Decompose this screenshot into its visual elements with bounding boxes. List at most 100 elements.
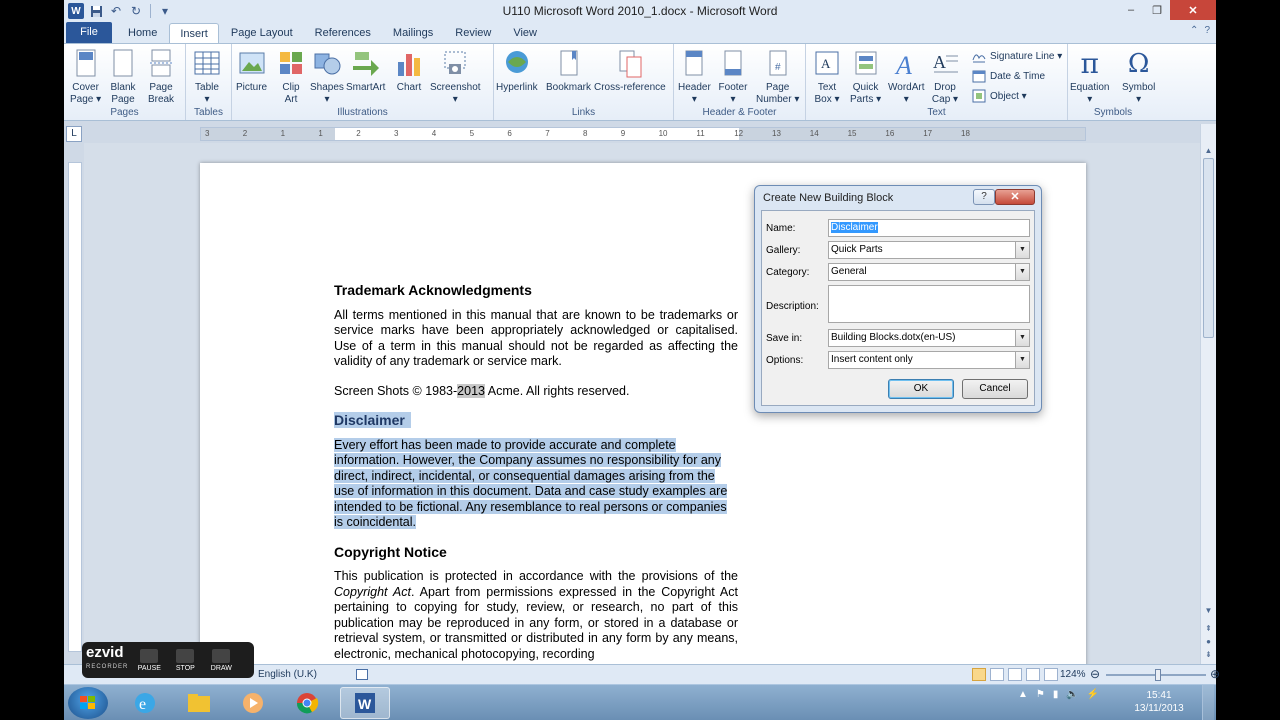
clock[interactable]: 15:41 13/11/2013 — [1120, 689, 1198, 715]
equation-button[interactable]: π Equation ▾ — [1070, 48, 1109, 106]
help-icon[interactable]: ? — [1204, 25, 1210, 36]
outline-view-icon[interactable] — [1026, 668, 1040, 681]
zoom-slider-knob[interactable] — [1155, 669, 1161, 681]
zoom-in-icon[interactable]: ⊕ — [1210, 667, 1220, 681]
undo-icon[interactable]: ↶ — [108, 3, 124, 19]
taskbar-media-player-button[interactable] — [228, 687, 278, 719]
ezvid-pause-button[interactable]: PAUSE — [134, 648, 164, 672]
web-layout-view-icon[interactable] — [1008, 668, 1022, 681]
taskbar-chrome-button[interactable] — [282, 687, 332, 719]
tab-selector[interactable]: L — [66, 126, 82, 142]
horizontal-ruler[interactable]: 3 2 1 1 2 3 4 5 6 7 8 9 10 11 12 13 14 15 16 17 18 — [200, 127, 1086, 141]
options-select[interactable]: Insert content only ▼ — [828, 351, 1030, 369]
document-body[interactable]: Trademark Acknowledgments All terms ment… — [334, 282, 738, 664]
footer-button[interactable]: Footer ▾ — [718, 48, 748, 106]
table-button[interactable]: Table ▾ — [192, 48, 222, 106]
screenshot-button[interactable]: Screenshot ▾ — [430, 48, 481, 106]
previous-page-icon[interactable]: ⇞ — [1203, 624, 1214, 633]
paragraph-trademark[interactable]: All terms mentioned in this manual that … — [334, 308, 738, 370]
header-button[interactable]: Header ▾ — [678, 48, 711, 106]
tab-file[interactable]: File — [66, 22, 112, 43]
redo-icon[interactable]: ↻ — [128, 3, 144, 19]
hyperlink-button[interactable]: Hyperlink — [496, 48, 538, 94]
proofing-icon[interactable] — [356, 669, 368, 680]
gallery-dropdown-icon[interactable]: ▼ — [1015, 242, 1029, 258]
bookmark-button[interactable]: Bookmark — [546, 48, 591, 94]
description-field[interactable] — [828, 285, 1030, 323]
ezvid-stop-button[interactable]: STOP — [170, 648, 200, 672]
save-in-select[interactable]: Building Blocks.dotx(en-US) ▼ — [828, 329, 1030, 347]
tab-insert[interactable]: Insert — [169, 23, 219, 44]
full-screen-reading-view-icon[interactable] — [990, 668, 1004, 681]
scrollbar-thumb[interactable] — [1203, 158, 1214, 338]
minimize-button[interactable]: – — [1118, 0, 1144, 20]
chart-button[interactable]: Chart — [394, 48, 424, 94]
category-select[interactable]: General ▼ — [828, 263, 1030, 281]
word-logo-icon[interactable]: W — [68, 3, 84, 19]
tab-view[interactable]: View — [503, 23, 547, 44]
scroll-up-icon[interactable]: ▲ — [1203, 146, 1214, 155]
paragraph-screenshots[interactable]: Screen Shots © 1983-2013 Acme. All right… — [334, 383, 738, 400]
show-desktop-button[interactable] — [1202, 685, 1214, 720]
language-indicator[interactable]: English (U.K) — [258, 669, 317, 680]
dialog-help-button[interactable]: ? — [973, 189, 995, 205]
clip-art-button[interactable]: Clip Art — [276, 48, 306, 106]
text-box-button[interactable]: A Text Box ▾ — [812, 48, 842, 106]
name-field[interactable]: Disclaimer — [828, 219, 1030, 237]
taskbar-word-button[interactable]: W — [340, 687, 390, 719]
document-area[interactable]: Trademark Acknowledgments All terms ment… — [84, 143, 1200, 664]
signature-line-button[interactable]: Signature Line ▾ — [972, 49, 1062, 63]
minimize-ribbon-icon[interactable]: ⌃ — [1190, 25, 1198, 36]
vertical-scrollbar[interactable]: ▲ ▼ ⇞ ● ⇟ — [1200, 124, 1216, 664]
cross-reference-button[interactable]: Cross-reference — [594, 48, 666, 94]
options-dropdown-icon[interactable]: ▼ — [1015, 352, 1029, 368]
tab-home[interactable]: Home — [118, 23, 167, 44]
blank-page-button[interactable]: Blank Page — [108, 48, 138, 106]
object-button[interactable]: Object ▾ — [972, 89, 1027, 103]
tab-page-layout[interactable]: Page Layout — [221, 23, 303, 44]
smartart-button[interactable]: SmartArt — [346, 48, 385, 94]
symbol-button[interactable]: Ω Symbol ▾ — [1122, 48, 1155, 106]
taskbar-explorer-button[interactable] — [174, 687, 224, 719]
browse-object-icon[interactable]: ● — [1203, 637, 1214, 646]
scroll-down-icon[interactable]: ▼ — [1203, 606, 1214, 615]
dialog-close-button[interactable]: ✕ — [995, 189, 1035, 205]
save-icon[interactable] — [88, 3, 104, 19]
flag-icon[interactable]: ⚑ — [1036, 689, 1045, 700]
heading-trademark[interactable]: Trademark Acknowledgments — [334, 282, 738, 299]
drop-cap-button[interactable]: A Drop Cap ▾ — [930, 48, 960, 106]
vertical-ruler[interactable] — [68, 162, 82, 652]
tab-review[interactable]: Review — [445, 23, 501, 44]
customize-qat-icon[interactable]: ▾ — [157, 3, 173, 19]
print-layout-view-icon[interactable] — [972, 668, 986, 681]
draft-view-icon[interactable] — [1044, 668, 1058, 681]
restore-button[interactable]: ❐ — [1144, 0, 1170, 20]
cancel-button[interactable]: Cancel — [962, 379, 1028, 399]
date-time-button[interactable]: Date & Time — [972, 69, 1045, 83]
tab-mailings[interactable]: Mailings — [383, 23, 443, 44]
zoom-level[interactable]: 124% — [1060, 669, 1086, 680]
cover-page-button[interactable]: Cover Page ▾ — [70, 48, 101, 106]
paragraph-disclaimer[interactable]: Every effort has been made to provide ac… — [334, 437, 738, 531]
heading-copyright[interactable]: Copyright Notice — [334, 544, 738, 561]
year-field[interactable]: 2013 — [457, 383, 485, 398]
page-break-button[interactable]: Page Break — [146, 48, 176, 106]
ok-button[interactable]: OK — [888, 379, 954, 399]
power-icon[interactable]: ⚡ — [1087, 689, 1099, 700]
taskbar-ie-button[interactable]: e — [120, 687, 170, 719]
save-in-dropdown-icon[interactable]: ▼ — [1015, 330, 1029, 346]
category-dropdown-icon[interactable]: ▼ — [1015, 264, 1029, 280]
close-button[interactable]: ✕ — [1170, 0, 1216, 20]
start-button[interactable] — [68, 687, 108, 719]
network-icon[interactable]: ▮ — [1053, 689, 1059, 700]
show-hidden-icons-icon[interactable]: ▲ — [1018, 689, 1028, 700]
heading-disclaimer[interactable]: Disclaimer — [334, 412, 738, 429]
paragraph-copyright[interactable]: This publication is protected in accorda… — [334, 569, 738, 662]
shapes-button[interactable]: Shapes ▾ — [310, 48, 344, 106]
volume-icon[interactable]: 🔈 — [1066, 689, 1078, 700]
tab-references[interactable]: References — [305, 23, 381, 44]
next-page-icon[interactable]: ⇟ — [1203, 650, 1214, 659]
ezvid-draw-button[interactable]: DRAW — [206, 648, 236, 672]
page-number-button[interactable]: # Page Number ▾ — [756, 48, 799, 106]
wordart-button[interactable]: A WordArt ▾ — [888, 48, 925, 106]
